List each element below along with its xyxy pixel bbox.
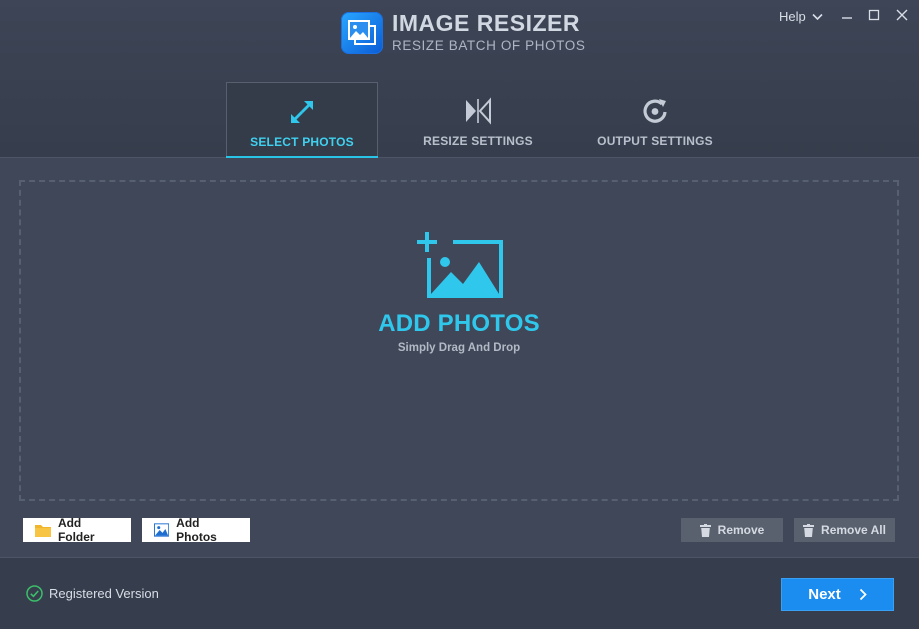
tab-select-photos[interactable]: SELECT PHOTOS	[226, 82, 378, 158]
tab-output-settings[interactable]: OUTPUT SETTINGS	[579, 82, 731, 158]
registration-label: Registered Version	[49, 586, 159, 601]
add-photo-icon	[417, 232, 505, 305]
add-folder-button[interactable]: Add Folder	[23, 516, 131, 544]
registration-status: Registered Version	[26, 585, 159, 602]
check-circle-icon	[26, 585, 43, 602]
remove-button[interactable]: Remove	[681, 518, 783, 542]
app-logo-icon	[341, 12, 383, 54]
folder-icon	[35, 524, 51, 537]
refresh-gear-icon	[640, 96, 670, 126]
tab-label: OUTPUT SETTINGS	[597, 134, 713, 148]
maximize-icon	[868, 9, 880, 21]
trash-icon	[803, 523, 815, 537]
minimize-button[interactable]	[838, 6, 856, 24]
app-subtitle: RESIZE BATCH OF PHOTOS	[392, 38, 586, 53]
app-title: IMAGE RESIZER	[392, 10, 580, 36]
help-label: Help	[779, 9, 806, 24]
photo-drop-zone[interactable]: ADD PHOTOS Simply Drag And Drop	[19, 180, 899, 501]
resize-bowtie-icon	[463, 96, 493, 126]
next-label: Next	[808, 586, 841, 603]
help-menu[interactable]: Help	[779, 9, 823, 24]
close-icon	[896, 9, 908, 21]
trash-icon	[699, 523, 711, 537]
close-button[interactable]	[893, 6, 911, 24]
image-icon	[154, 523, 170, 537]
add-photos-label: Add Photos	[176, 516, 217, 544]
minimize-icon	[842, 17, 852, 19]
tab-label: SELECT PHOTOS	[250, 135, 354, 149]
drop-zone-title: ADD PHOTOS	[378, 310, 540, 337]
add-photos-button[interactable]: Add Photos	[142, 516, 250, 544]
remove-label: Remove	[717, 523, 765, 537]
next-button[interactable]: Next	[781, 578, 894, 611]
remove-all-label: Remove All	[821, 523, 886, 537]
tab-label: RESIZE SETTINGS	[423, 134, 533, 148]
remove-all-button[interactable]: Remove All	[794, 518, 895, 542]
add-folder-label: Add Folder	[57, 516, 95, 544]
chevron-right-icon	[859, 588, 867, 601]
tab-resize-settings[interactable]: RESIZE SETTINGS	[402, 82, 554, 158]
app-header: IMAGE RESIZER RESIZE BATCH OF PHOTOS Hel…	[0, 0, 919, 158]
maximize-button[interactable]	[865, 6, 883, 24]
drop-zone-subtitle: Simply Drag And Drop	[397, 342, 521, 354]
chevron-down-icon	[812, 13, 823, 20]
expand-arrows-icon	[287, 97, 317, 127]
app-footer: Registered Version Next	[0, 557, 919, 629]
